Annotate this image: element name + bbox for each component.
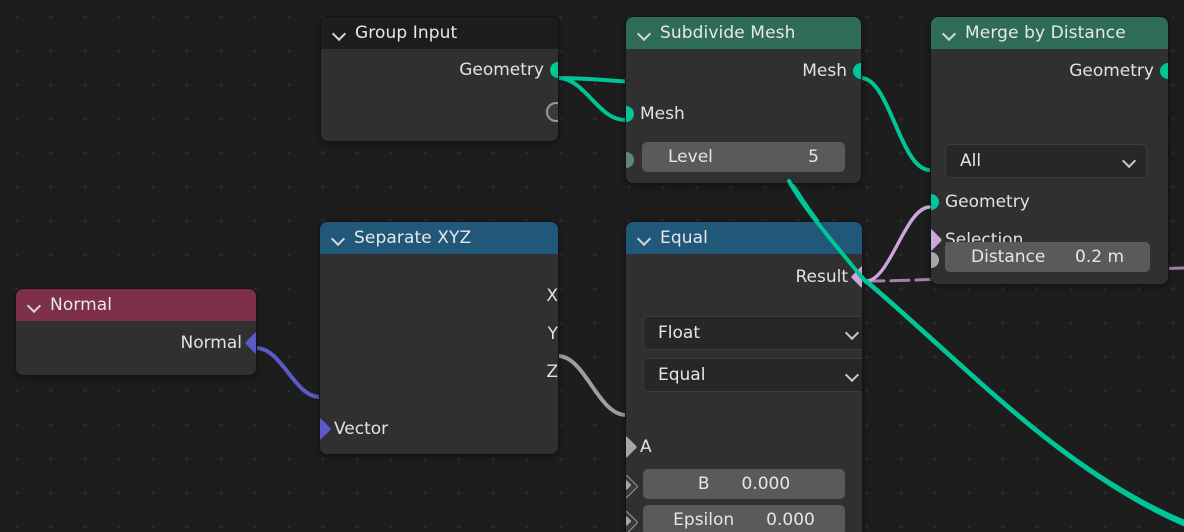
socket-a-input[interactable] — [626, 435, 638, 459]
socket-label-geometry-in: Geometry — [945, 192, 1030, 212]
link-separatez-to-equal-a — [556, 354, 628, 417]
data-type-dropdown[interactable]: Float — [643, 316, 862, 350]
node-title: Subdivide Mesh — [660, 23, 796, 43]
output-row-result: Result — [626, 254, 862, 300]
node-title: Separate XYZ — [354, 228, 472, 248]
socket-vector-input[interactable] — [320, 417, 332, 441]
epsilon-field[interactable]: Epsilon 0.000 — [643, 505, 845, 532]
socket-geometry-output[interactable] — [1160, 63, 1168, 79]
socket-epsilon-input[interactable] — [626, 510, 639, 532]
b-value[interactable]: 0.000 — [742, 474, 791, 494]
socket-virtual-output[interactable] — [546, 102, 558, 122]
node-header-normal[interactable]: Normal — [16, 289, 256, 321]
node-header-subdivide-mesh[interactable]: Subdivide Mesh — [626, 17, 861, 49]
operation-value: Equal — [658, 365, 706, 385]
output-row-virtual — [321, 91, 558, 133]
distance-field[interactable]: Distance 0.2 m — [945, 242, 1150, 272]
socket-label-x: X — [546, 286, 558, 306]
operation-dropdown[interactable]: Equal — [643, 358, 862, 392]
socket-result-output[interactable] — [850, 265, 862, 289]
socket-b-input[interactable] — [626, 474, 639, 499]
socket-label-normal: Normal — [180, 333, 242, 353]
distance-label: Distance — [971, 247, 1046, 267]
socket-label-y: Y — [547, 324, 558, 344]
socket-label-z: Z — [546, 362, 558, 382]
node-body-separate-xyz: X Y Z Vector — [320, 254, 558, 454]
input-row-a: A — [626, 428, 862, 466]
socket-label-mesh-in: Mesh — [640, 104, 685, 124]
link-merge-geometry-out-top — [863, 278, 1184, 527]
output-row-normal: Normal — [16, 321, 256, 365]
chevron-down-icon[interactable] — [332, 232, 345, 245]
socket-label-geometry: Geometry — [459, 60, 544, 80]
node-header-merge-by-distance[interactable]: Merge by Distance — [931, 17, 1168, 49]
socket-label-result: Result — [795, 267, 848, 287]
output-row-geometry: Geometry — [931, 49, 1168, 93]
input-row-vector: Vector — [320, 410, 558, 448]
output-row-x: X — [320, 277, 558, 315]
link-merge-geometry-out — [863, 278, 1184, 525]
output-row-z: Z — [320, 353, 558, 391]
node-body-group-input: Geometry — [321, 49, 558, 141]
data-type-value: Float — [658, 323, 700, 343]
socket-selection-input[interactable] — [931, 228, 943, 252]
input-row-geometry: Geometry — [931, 183, 1168, 221]
link-normal-to-separate-vector — [254, 346, 322, 399]
link-groupinput-to-subdivide-mesh — [556, 76, 627, 122]
socket-label-vector: Vector — [334, 419, 389, 439]
node-body-merge-by-distance: Geometry All Geometry Selection Distance… — [931, 49, 1168, 284]
epsilon-label: Epsilon — [673, 510, 735, 530]
node-editor-canvas[interactable]: Group Input Geometry Subdivide Mesh Mesh — [0, 0, 1184, 532]
level-label: Level — [668, 147, 713, 167]
socket-label-a: A — [640, 437, 652, 457]
node-normal[interactable]: Normal Normal — [15, 288, 257, 376]
socket-geometry-output[interactable] — [550, 62, 558, 78]
node-title: Group Input — [355, 23, 458, 43]
chevron-down-icon[interactable] — [28, 299, 41, 312]
distance-value[interactable]: 0.2 m — [1075, 247, 1150, 267]
node-header-group-input[interactable]: Group Input — [321, 17, 558, 49]
input-row-mesh: Mesh — [626, 93, 861, 135]
output-row-geometry: Geometry — [321, 49, 558, 91]
socket-mesh-input[interactable] — [626, 106, 634, 122]
socket-label-mesh-out: Mesh — [802, 61, 847, 81]
node-separate-xyz[interactable]: Separate XYZ X Y Z Vector — [319, 221, 559, 455]
chevron-down-icon[interactable] — [943, 27, 956, 40]
socket-normal-output[interactable] — [244, 331, 256, 355]
node-body-subdivide-mesh: Mesh Mesh Level 5 — [626, 49, 861, 183]
socket-geometry-input[interactable] — [931, 194, 939, 210]
mode-value: All — [960, 151, 982, 171]
level-value[interactable]: 5 — [808, 147, 845, 167]
chevron-down-icon — [846, 369, 859, 382]
b-field[interactable]: B 0.000 — [643, 469, 845, 499]
chevron-down-icon[interactable] — [638, 232, 651, 245]
node-subdivide-mesh[interactable]: Subdivide Mesh Mesh Mesh Level 5 — [625, 16, 862, 184]
chevron-down-icon — [846, 327, 859, 340]
mode-dropdown[interactable]: All — [945, 144, 1147, 178]
node-group-input[interactable]: Group Input Geometry — [320, 16, 559, 142]
chevron-down-icon[interactable] — [333, 27, 346, 40]
link-equal-result-to-merge-selection — [864, 205, 932, 283]
node-header-equal[interactable]: Equal — [626, 222, 862, 254]
node-title: Equal — [660, 228, 708, 248]
output-row-mesh: Mesh — [626, 49, 861, 93]
output-row-y: Y — [320, 315, 558, 353]
chevron-down-icon — [1123, 155, 1136, 168]
node-merge-by-distance[interactable]: Merge by Distance Geometry All Geometry … — [930, 16, 1169, 285]
b-label: B — [697, 474, 710, 494]
node-equal[interactable]: Equal Result Float Equal A B 0.000 Epsil… — [625, 221, 863, 532]
link-equal-result-to-merge-selection-top — [864, 205, 931, 283]
socket-label-geometry-out: Geometry — [1069, 61, 1154, 81]
link-subdivide-to-merge-geometry — [859, 76, 932, 172]
chevron-down-icon[interactable] — [638, 27, 651, 40]
epsilon-value[interactable]: 0.000 — [766, 510, 815, 530]
socket-level-input[interactable] — [626, 152, 634, 168]
node-body-normal: Normal — [16, 321, 256, 375]
node-title: Normal — [50, 295, 113, 315]
node-body-equal: Result Float Equal A B 0.000 Epsilon 0.0… — [626, 254, 862, 532]
level-field[interactable]: Level 5 — [642, 142, 845, 172]
node-header-separate-xyz[interactable]: Separate XYZ — [320, 222, 558, 254]
node-title: Merge by Distance — [965, 23, 1126, 43]
socket-mesh-output[interactable] — [853, 63, 861, 79]
